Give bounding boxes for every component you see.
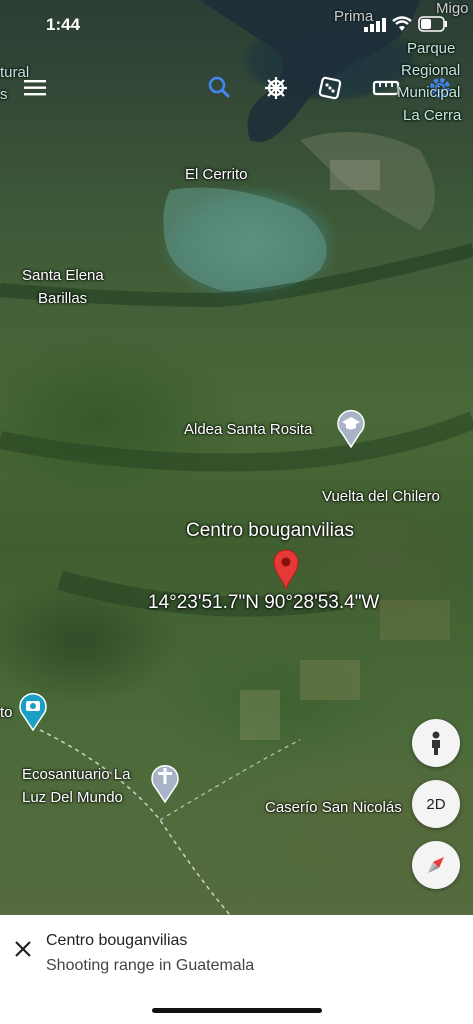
label-municipal: Municipal [397, 84, 461, 101]
compass-button[interactable] [412, 841, 460, 889]
place-title[interactable]: Centro bouganvilias [46, 932, 187, 950]
label-migo: Migo [436, 0, 469, 17]
person-icon [432, 731, 440, 755]
label-caserio-san-nicolas: Caserío San Nicolás [265, 799, 402, 816]
2d-toggle-button[interactable]: 2D [412, 780, 460, 828]
label-ecosantuario: Ecosantuario La [22, 766, 131, 783]
home-indicator [152, 1008, 322, 1013]
school-icon[interactable] [336, 409, 366, 449]
label-el-cerrito: El Cerrito [185, 166, 248, 183]
street-view-button[interactable] [412, 719, 460, 767]
place-subtitle: Shooting range in Guatemala [46, 957, 255, 974]
status-time: 1:44 [46, 15, 81, 34]
label-regional: Regional [401, 62, 461, 79]
church-icon[interactable] [150, 762, 180, 804]
label-centro-bouganvilias: Centro bouganvilias [186, 520, 354, 541]
label-la-cerra: La Cerra [403, 107, 462, 124]
dice-icon[interactable] [316, 74, 344, 102]
label-vuelta-del-chilero: Vuelta del Chilero [322, 488, 440, 505]
label-to: to [0, 704, 13, 721]
compass-icon [428, 857, 444, 873]
2d-label: 2D [426, 795, 446, 813]
label-cultural-2: s [0, 86, 8, 103]
menu-icon[interactable] [24, 78, 48, 98]
label-luz-del-mundo: Luz Del Mundo [22, 789, 123, 806]
label-barillas: Barillas [38, 290, 88, 307]
label-santa-elena: Santa Elena [22, 267, 104, 284]
location-pin-icon[interactable] [272, 548, 300, 590]
camera-pin-icon[interactable] [18, 690, 48, 732]
close-icon[interactable] [12, 938, 34, 960]
label-coordinates: 14°23'51.7"N 90°28'53.4"W [148, 592, 380, 613]
label-aldea-santa-rosita: Aldea Santa Rosita [184, 421, 313, 438]
satellite-map[interactable]: 1:44 tural s Prima Migo Parque Regional … [0, 0, 473, 915]
ruler-icon[interactable] [372, 74, 400, 102]
search-icon[interactable] [206, 74, 234, 102]
label-cultural: tural [0, 64, 30, 81]
label-parque: Parque [407, 40, 456, 57]
wifi-icon [392, 16, 412, 31]
battery-icon [418, 16, 447, 32]
label-primavera: Prima [334, 8, 374, 25]
ship-wheel-icon[interactable] [262, 74, 290, 102]
status-bar: 1:44 [0, 0, 473, 48]
